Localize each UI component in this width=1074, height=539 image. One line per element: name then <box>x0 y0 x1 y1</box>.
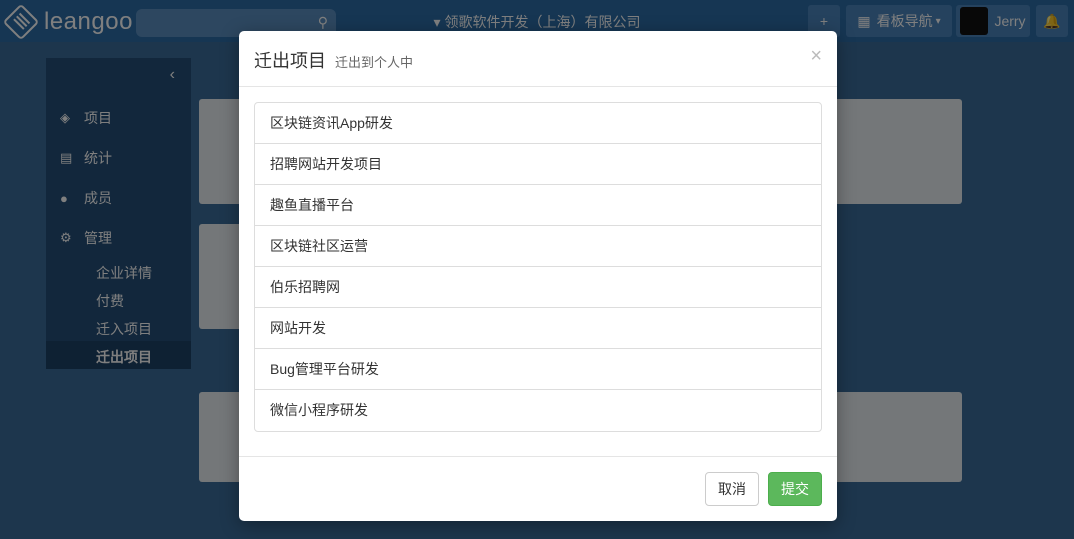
list-item[interactable]: 趣鱼直播平台 <box>255 185 821 226</box>
project-list: 区块链资讯App研发 招聘网站开发项目 趣鱼直播平台 区块链社区运营 伯乐招聘网… <box>254 102 822 432</box>
list-item[interactable]: 区块链社区运营 <box>255 226 821 267</box>
dialog-title-text: 迁出项目 <box>254 51 326 71</box>
dialog-subtitle: 迁出到个人中 <box>335 55 414 70</box>
close-icon[interactable]: × <box>810 45 822 68</box>
dialog-footer: 取消 提交 <box>239 456 837 521</box>
list-item[interactable]: 网站开发 <box>255 308 821 349</box>
list-item[interactable]: Bug管理平台研发 <box>255 349 821 390</box>
migrate-out-dialog: 迁出项目 迁出到个人中 × 区块链资讯App研发 招聘网站开发项目 趣鱼直播平台… <box>239 31 837 521</box>
dialog-header: 迁出项目 迁出到个人中 × <box>239 31 837 87</box>
submit-button[interactable]: 提交 <box>768 472 822 506</box>
list-item[interactable]: 伯乐招聘网 <box>255 267 821 308</box>
list-item[interactable]: 微信小程序研发 <box>255 390 821 431</box>
dialog-title: 迁出项目 迁出到个人中 <box>254 47 413 73</box>
cancel-button[interactable]: 取消 <box>705 472 759 506</box>
list-item[interactable]: 招聘网站开发项目 <box>255 144 821 185</box>
list-item[interactable]: 区块链资讯App研发 <box>255 103 821 144</box>
